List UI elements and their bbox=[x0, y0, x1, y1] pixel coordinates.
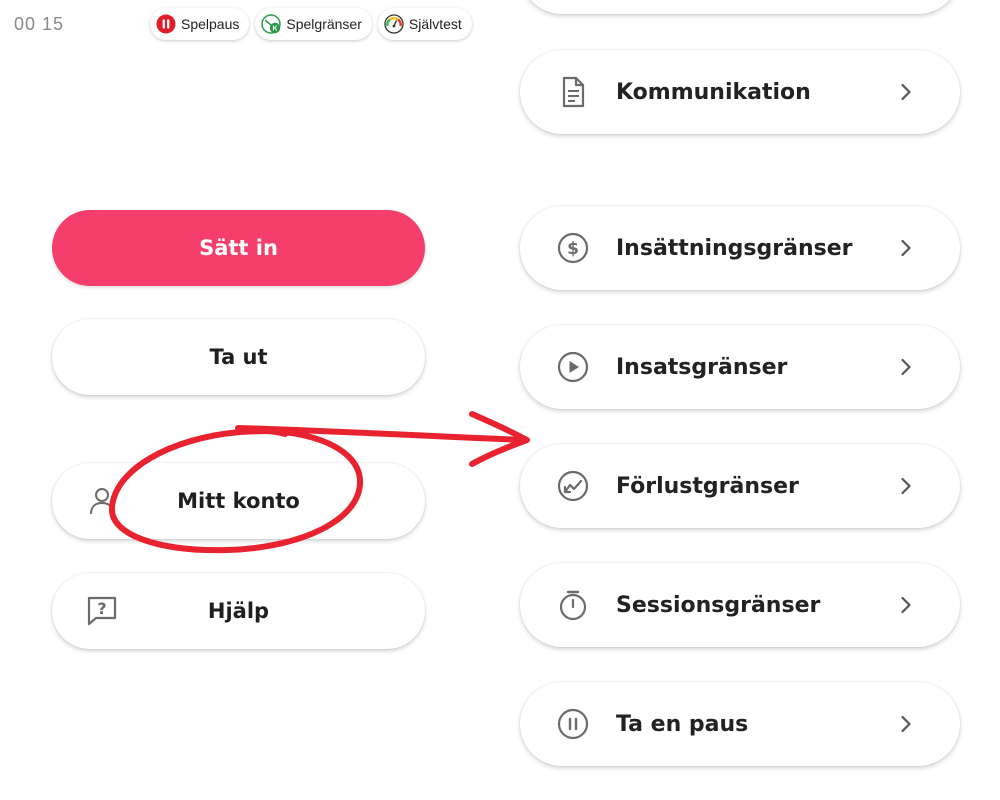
pause-circle-icon bbox=[156, 14, 176, 34]
menu-item-ta-en-paus[interactable]: Ta en paus bbox=[520, 682, 960, 766]
menu-item-label: Förlustgränser bbox=[616, 473, 799, 499]
stopwatch-icon bbox=[556, 588, 590, 622]
withdraw-label: Ta ut bbox=[209, 345, 268, 369]
svg-text:K: K bbox=[273, 26, 278, 33]
spelgranser-label: Spelgränser bbox=[286, 16, 362, 32]
withdraw-button[interactable]: Ta ut bbox=[52, 319, 425, 395]
menu-item-label: Ta en paus bbox=[616, 711, 749, 737]
menu-item-label: Insatsgränser bbox=[616, 354, 788, 380]
deposit-button[interactable]: Sätt in bbox=[52, 210, 425, 286]
status-clock: 00 15 bbox=[14, 14, 65, 34]
menu-item-insattningsgranser[interactable]: $ Insättningsgränser bbox=[520, 206, 960, 290]
help-label: Hjälp bbox=[207, 599, 270, 623]
spelpaus-pill[interactable]: Spelpaus bbox=[150, 8, 250, 40]
top-pill-bar: Spelpaus K Spelgränser Självtest bbox=[150, 8, 472, 40]
chevron-right-icon bbox=[896, 595, 916, 615]
menu-item-forlustgranser[interactable]: Förlustgränser bbox=[520, 444, 960, 528]
dollar-circle-icon: $ bbox=[556, 231, 590, 265]
menu-item-kommunikation[interactable]: Kommunikation bbox=[520, 50, 960, 134]
spelgranser-pill[interactable]: K Spelgränser bbox=[255, 8, 372, 40]
annotation-arrow-shaft bbox=[235, 425, 528, 443]
gauge-icon bbox=[384, 14, 404, 34]
trend-down-circle-icon bbox=[556, 469, 590, 503]
menu-item-sessionsgranser[interactable]: Sessionsgränser bbox=[520, 563, 960, 647]
help-button[interactable]: ? Hjälp bbox=[52, 573, 425, 649]
my-account-button[interactable]: Mitt konto bbox=[52, 463, 425, 539]
svg-text:$: $ bbox=[567, 239, 579, 259]
chevron-right-icon bbox=[896, 476, 916, 496]
menu-item-label: Sessionsgränser bbox=[616, 592, 821, 618]
svg-text:?: ? bbox=[97, 599, 106, 618]
play-circle-icon bbox=[556, 350, 590, 384]
chevron-right-icon bbox=[896, 82, 916, 102]
menu-item-clipped[interactable] bbox=[520, 0, 960, 14]
limits-icon: K bbox=[261, 14, 282, 34]
my-account-label: Mitt konto bbox=[177, 489, 300, 513]
user-icon bbox=[84, 483, 120, 519]
sjalvtest-label: Självtest bbox=[408, 16, 462, 32]
chevron-right-icon bbox=[896, 357, 916, 377]
annotation-arrow-head bbox=[469, 411, 530, 467]
menu-item-insatsgranser[interactable]: Insatsgränser bbox=[520, 325, 960, 409]
chevron-right-icon bbox=[896, 714, 916, 734]
menu-item-label: Kommunikation bbox=[616, 79, 811, 105]
sjalvtest-pill[interactable]: Självtest bbox=[377, 8, 472, 40]
spelpaus-label: Spelpaus bbox=[181, 16, 240, 32]
help-chat-icon: ? bbox=[84, 593, 120, 629]
pause-circle-icon bbox=[556, 707, 590, 741]
document-icon bbox=[556, 75, 590, 109]
deposit-label: Sätt in bbox=[199, 236, 278, 260]
chevron-right-icon bbox=[896, 238, 916, 258]
menu-item-label: Insättningsgränser bbox=[616, 235, 853, 261]
